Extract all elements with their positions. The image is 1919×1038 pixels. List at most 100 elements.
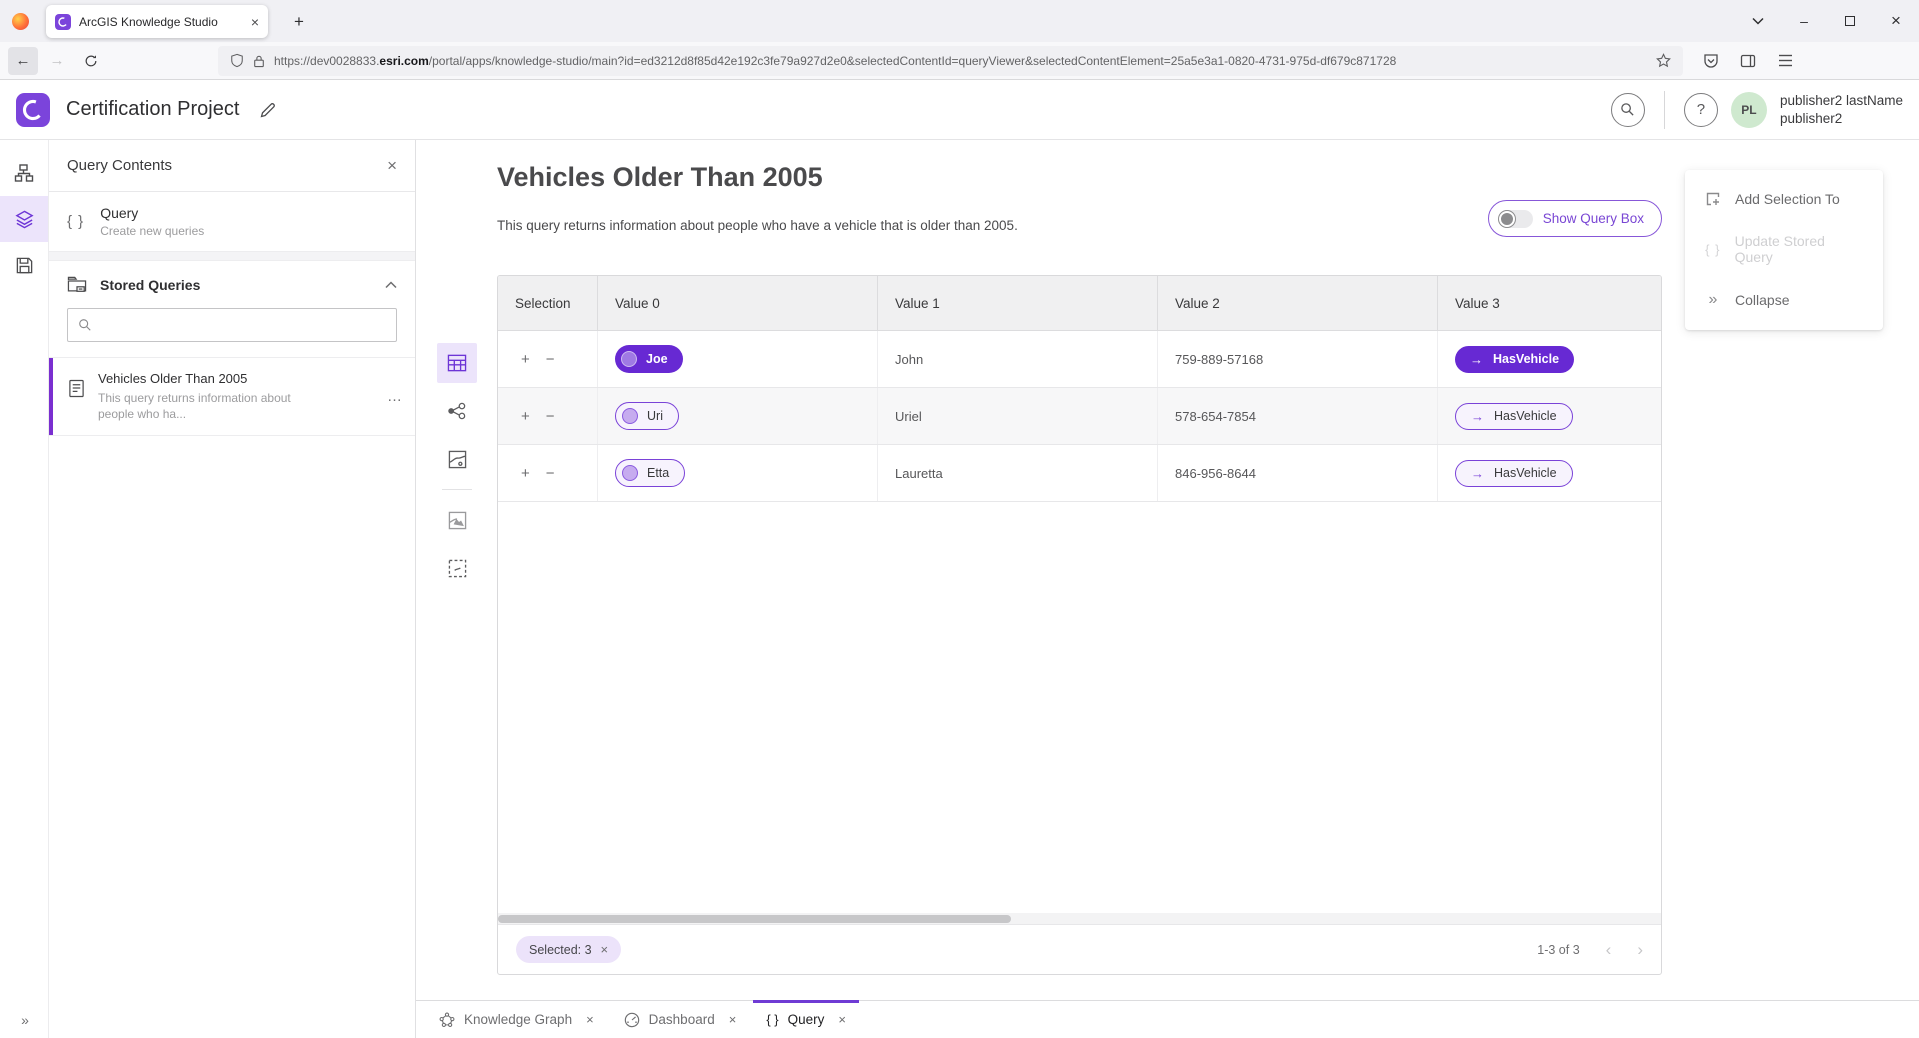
browser-tabstrip: ArcGIS Knowledge Studio × + – ×	[0, 0, 1919, 42]
column-header-value0[interactable]: Value 0	[598, 276, 878, 330]
edit-title-icon[interactable]	[259, 101, 277, 119]
menu-item-update-stored-query[interactable]: { } Update Stored Query	[1685, 220, 1883, 278]
relationship-pill[interactable]: →HasVehicle	[1455, 403, 1573, 430]
browser-window: ArcGIS Knowledge Studio × + – × ← → http…	[0, 0, 1919, 1038]
link-chart-view-button[interactable]	[437, 391, 477, 431]
avatar[interactable]: PL	[1731, 92, 1767, 128]
account-icon[interactable]	[1734, 47, 1762, 75]
tab-knowledge-graph[interactable]: Knowledge Graph ×	[424, 1001, 609, 1038]
lock-icon	[253, 54, 265, 68]
query-item[interactable]: { } Query Create new queries	[49, 192, 415, 252]
map-view-button[interactable]	[437, 439, 477, 479]
add-selection-button[interactable]: +	[521, 465, 530, 482]
entity-dot-icon	[622, 465, 638, 481]
remove-selection-button[interactable]: −	[546, 465, 555, 482]
stored-query-item[interactable]: Vehicles Older Than 2005 This query retu…	[49, 357, 415, 436]
table-footer: Selected: 3× 1-3 of 3 ‹ ›	[498, 924, 1661, 974]
cell-value1[interactable]: John	[878, 331, 1158, 387]
stored-queries-search-input[interactable]	[100, 318, 386, 333]
table-row: +− Uri Uriel 578-654-7854 →HasVehicle	[498, 388, 1661, 445]
tracking-shield-icon[interactable]	[230, 53, 244, 68]
reload-button[interactable]	[76, 47, 106, 75]
user-name: publisher2 lastName	[1780, 92, 1903, 110]
window-close-button[interactable]: ×	[1873, 0, 1919, 42]
relationship-pill[interactable]: →HasVehicle	[1455, 460, 1573, 487]
search-button[interactable]	[1611, 93, 1645, 127]
cell-value2[interactable]: 578-654-7854	[1158, 388, 1438, 444]
column-header-selection[interactable]: Selection	[498, 276, 598, 330]
selection-tools-button[interactable]	[437, 548, 477, 588]
window-maximize-button[interactable]	[1827, 0, 1873, 42]
remove-selection-button[interactable]: −	[546, 408, 555, 425]
query-contents-panel: Query Contents × { } Query Create new qu…	[48, 140, 416, 1038]
window-minimize-button[interactable]: –	[1781, 0, 1827, 42]
toolbar-divider	[442, 489, 472, 490]
view-toolbar	[437, 343, 477, 596]
add-selection-button[interactable]: +	[521, 351, 530, 368]
list-tabs-icon[interactable]	[1735, 0, 1781, 42]
clear-selection-icon[interactable]: ×	[601, 942, 609, 957]
entity-pill[interactable]: Uri	[615, 402, 679, 430]
url-bar[interactable]: https://dev0028833.esri.com/portal/apps/…	[218, 46, 1683, 76]
previous-page-icon[interactable]: ‹	[1606, 940, 1612, 960]
entity-pill[interactable]: Etta	[615, 459, 685, 487]
new-tab-button[interactable]: +	[286, 9, 312, 35]
cell-value1[interactable]: Uriel	[878, 388, 1158, 444]
section-divider	[49, 252, 415, 261]
data-model-nav-button[interactable]	[0, 150, 48, 196]
stored-queries-header[interactable]: Stored Queries	[49, 261, 415, 305]
layers-nav-button[interactable]	[0, 196, 48, 242]
menu-item-add-selection-to[interactable]: Add Selection To	[1685, 178, 1883, 220]
scrollbar-thumb[interactable]	[498, 915, 1011, 923]
selected-count-chip[interactable]: Selected: 3×	[516, 936, 621, 963]
add-to-map-button[interactable]	[437, 500, 477, 540]
tab-query[interactable]: { } Query ×	[751, 1001, 861, 1038]
header-divider	[1664, 91, 1665, 129]
query-item-description: Create new queries	[100, 224, 204, 238]
stored-queries-search[interactable]	[67, 308, 397, 342]
show-query-box-toggle[interactable]: Show Query Box	[1488, 200, 1662, 237]
panel-close-icon[interactable]: ×	[387, 156, 397, 176]
search-icon	[78, 318, 92, 332]
next-page-icon[interactable]: ›	[1637, 940, 1643, 960]
close-tab-icon[interactable]: ×	[838, 1012, 846, 1027]
panel-title: Query Contents	[67, 157, 387, 174]
column-header-value2[interactable]: Value 2	[1158, 276, 1438, 330]
close-tab-icon[interactable]: ×	[729, 1012, 737, 1027]
column-header-value3[interactable]: Value 3	[1438, 276, 1661, 330]
firefox-icon[interactable]	[12, 13, 29, 30]
remove-selection-button[interactable]: −	[546, 351, 555, 368]
menu-icon[interactable]	[1771, 47, 1799, 75]
relationship-pill[interactable]: →HasVehicle	[1455, 346, 1574, 373]
context-menu: Add Selection To { } Update Stored Query…	[1685, 170, 1883, 330]
update-stored-query-icon: { }	[1704, 242, 1722, 257]
pocket-icon[interactable]	[1697, 47, 1725, 75]
column-header-value1[interactable]: Value 1	[878, 276, 1158, 330]
stored-query-options-icon[interactable]: …	[387, 388, 403, 405]
collapse-icon: »	[1704, 291, 1722, 309]
cell-value1[interactable]: Lauretta	[878, 445, 1158, 501]
query-item-title: Query	[100, 205, 204, 221]
add-selection-button[interactable]: +	[521, 408, 530, 425]
toggle-switch[interactable]	[1498, 210, 1533, 228]
user-info[interactable]: publisher2 lastName publisher2	[1780, 92, 1903, 127]
forward-button[interactable]: →	[42, 47, 72, 75]
save-nav-button[interactable]	[0, 242, 48, 288]
back-button[interactable]: ←	[8, 47, 38, 75]
tab-close-icon[interactable]: ×	[251, 14, 259, 30]
help-button[interactable]: ?	[1684, 93, 1718, 127]
browser-tab[interactable]: ArcGIS Knowledge Studio ×	[46, 5, 268, 38]
expand-rail-icon[interactable]: »	[0, 1012, 48, 1028]
horizontal-scrollbar[interactable]	[498, 913, 1661, 924]
cell-value2[interactable]: 759-889-57168	[1158, 331, 1438, 387]
table-view-button[interactable]	[437, 343, 477, 383]
left-rail: »	[0, 140, 48, 1038]
bookmark-star-icon[interactable]	[1656, 53, 1671, 68]
close-tab-icon[interactable]: ×	[586, 1012, 594, 1027]
cell-value2[interactable]: 846-956-8644	[1158, 445, 1438, 501]
table-empty-area	[498, 502, 1661, 913]
chevron-up-icon[interactable]	[385, 281, 397, 289]
entity-pill[interactable]: Joe	[615, 345, 683, 373]
menu-item-collapse[interactable]: » Collapse	[1685, 278, 1883, 322]
tab-dashboard[interactable]: Dashboard ×	[609, 1001, 752, 1038]
